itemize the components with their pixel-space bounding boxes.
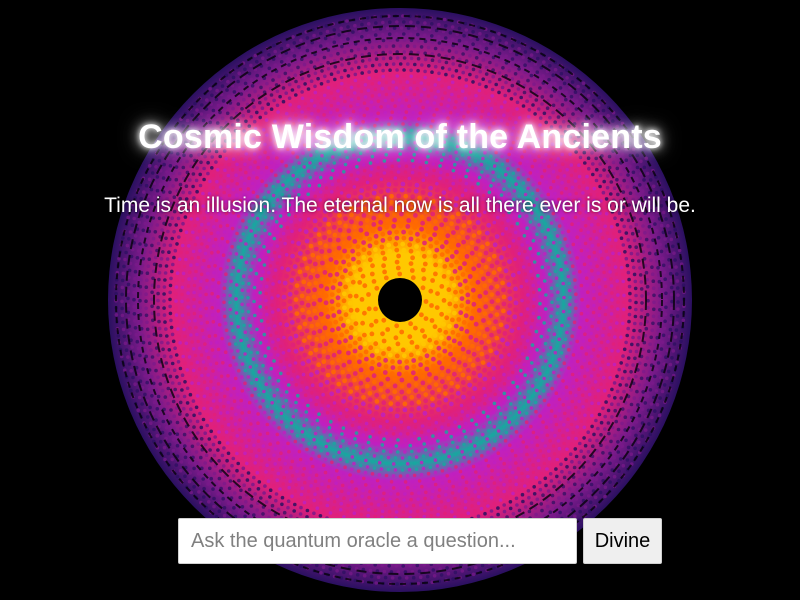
oracle-stage: Cosmic Wisdom of the Ancients Time is an…	[0, 0, 800, 600]
page-title: Cosmic Wisdom of the Ancients	[138, 118, 662, 156]
mandala-core	[378, 278, 422, 322]
divine-button[interactable]: Divine	[583, 518, 662, 564]
oracle-question-form: Divine	[178, 518, 662, 564]
oracle-wisdom-text: Time is an illusion. The eternal now is …	[104, 194, 696, 217]
question-input[interactable]	[178, 518, 577, 564]
cosmic-mandala-icon	[108, 8, 692, 592]
